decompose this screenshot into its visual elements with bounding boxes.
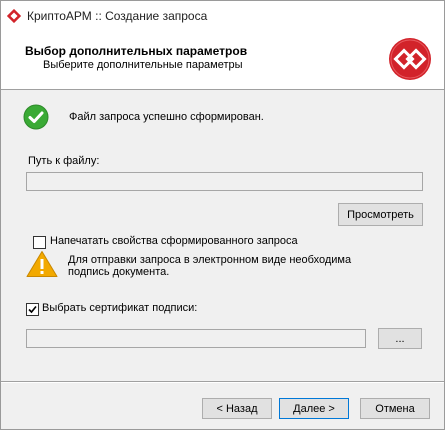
- window-title: КриптоАРМ :: Создание запроса: [27, 9, 208, 23]
- success-check-icon: [23, 104, 49, 130]
- certificate-field[interactable]: [26, 329, 366, 348]
- title-bar: КриптоАРМ :: Создание запроса: [1, 1, 444, 31]
- status-message: Файл запроса успешно сформирован.: [69, 111, 264, 123]
- cryptoarm-logo-icon: [389, 38, 431, 80]
- browse-button[interactable]: Просмотреть: [338, 203, 423, 226]
- footer-divider: [1, 381, 444, 383]
- file-path-field[interactable]: [26, 172, 423, 191]
- checkmark-icon: [28, 305, 37, 314]
- page-subtitle: Выберите дополнительные параметры: [43, 59, 243, 71]
- page-title: Выбор дополнительных параметров: [25, 44, 248, 58]
- file-path-label: Путь к файлу:: [28, 155, 100, 167]
- select-certificate-button[interactable]: ...: [378, 328, 422, 349]
- print-properties-label[interactable]: Напечатать свойства сформированного запр…: [50, 235, 298, 247]
- cancel-button[interactable]: Отмена: [360, 398, 430, 419]
- wizard-header: Выбор дополнительных параметров Выберите…: [1, 31, 444, 90]
- next-button[interactable]: Далее >: [279, 398, 349, 419]
- back-button[interactable]: < Назад: [202, 398, 272, 419]
- app-logo-icon: [7, 9, 21, 23]
- wizard-window: КриптоАРМ :: Создание запроса Выбор допо…: [0, 0, 445, 430]
- warning-icon: [26, 251, 58, 277]
- select-certificate-checkbox[interactable]: [26, 303, 39, 316]
- select-certificate-label[interactable]: Выбрать сертификат подписи:: [42, 302, 197, 314]
- signature-warning: Для отправки запроса в электронном виде …: [68, 254, 368, 278]
- print-properties-checkbox[interactable]: [33, 236, 46, 249]
- warning-line-2: подпись документа.: [68, 266, 170, 278]
- warning-line-1: Для отправки запроса в электронном виде …: [68, 254, 352, 266]
